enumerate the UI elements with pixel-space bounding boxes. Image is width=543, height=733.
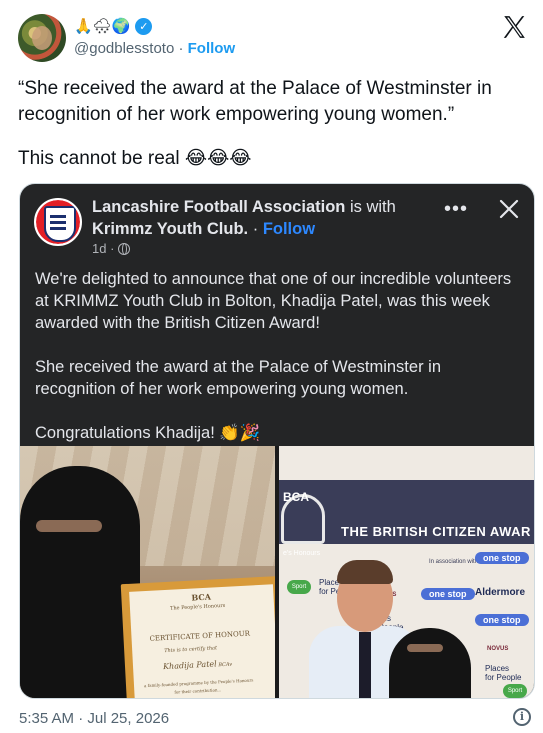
verified-badge-icon: ✓ [135, 17, 153, 35]
person-niqab-right [389, 628, 471, 698]
sponsor-onestop-2: one stop [421, 588, 475, 600]
sponsor-aldermore: Aldermore [475, 587, 526, 598]
tweet-comment: This cannot be real 😂😂😂 [18, 148, 252, 169]
sponsor-onestop-3: one stop [475, 614, 529, 626]
banner-prefix: BCA [283, 490, 309, 504]
man-hair [337, 560, 393, 584]
tweet-text: “She received the award at the Palace of… [18, 76, 528, 172]
author-display-name: 🙏🌨🌍 [74, 17, 131, 35]
photo-award-event[interactable]: BCA THE BRITISH CITIZEN AWAR e's Honours… [279, 446, 534, 698]
post-title: Lancashire Football Association is with … [92, 196, 432, 240]
tagged-page-link[interactable]: Krimmz Youth Club. [92, 220, 248, 238]
page-avatar[interactable] [34, 198, 82, 246]
page-name-link[interactable]: Lancashire Football Association [92, 198, 345, 216]
certificate-frame: BCA The People's Honours CERTIFICATE OF … [120, 575, 275, 698]
globe-icon [118, 242, 131, 255]
follow-button[interactable]: Follow [188, 40, 236, 57]
author-handle[interactable]: @godblesstoto [74, 40, 174, 57]
author-name-line[interactable]: 🙏🌨🌍 ✓ [74, 16, 153, 36]
handle-separator: · [174, 40, 188, 57]
cert-sub: The People's Honours [169, 602, 226, 612]
post-body: We're delighted to announce that one of … [35, 268, 525, 444]
info-icon[interactable]: i [513, 708, 531, 726]
banner-title: THE BRITISH CITIZEN AWAR [341, 524, 531, 539]
close-icon[interactable] [498, 198, 520, 220]
sponsor-green-2: Sport [503, 684, 527, 698]
with-text: is with [345, 198, 396, 216]
author-avatar[interactable] [18, 14, 66, 62]
sponsor-novus-2: NOVUS [487, 646, 509, 652]
person-niqab [20, 466, 140, 698]
more-options-button[interactable]: ••• [444, 198, 468, 221]
x-logo-icon[interactable] [501, 14, 527, 40]
post-paragraph-2: She received the award at the Palace of … [35, 358, 441, 398]
tweet-quote: “She received the award at the Palace of… [18, 78, 492, 125]
post-meta: 1d · [92, 241, 131, 256]
embedded-post-card[interactable]: Lancashire Football Association is with … [19, 183, 535, 699]
cert-name: Khadija Patel BCAv [162, 659, 233, 672]
man-tie [359, 632, 371, 698]
cert-title: CERTIFICATE OF HONOUR [149, 629, 251, 643]
post-age[interactable]: 1d · [92, 241, 114, 256]
sponsor-assoc: In association with [429, 559, 479, 565]
post-paragraph-3: Congratulations Khadija! 👏🎉 [35, 424, 261, 442]
person-eyes-right [407, 644, 443, 652]
photo-certificate[interactable]: BCA The People's Honours CERTIFICATE OF … [20, 446, 275, 698]
title-separator: · [248, 220, 263, 238]
cert-small-2: for their contribution... [174, 687, 222, 695]
tweet-timestamp[interactable]: 5:35 AM · Jul 25, 2026 [19, 710, 169, 727]
sponsor-places-3: Places for People [485, 664, 522, 682]
person-eyes [36, 520, 102, 532]
banner-sub: e's Honours [283, 550, 321, 557]
certificate-paper: BCA The People's Honours CERTIFICATE OF … [129, 584, 275, 698]
cert-org: BCA [191, 591, 212, 603]
post-paragraph-1: We're delighted to announce that one of … [35, 270, 512, 332]
sponsor-green-1: Sport [287, 580, 311, 594]
fa-crest-icon [36, 200, 80, 244]
cert-small-1: a family-founded programme by the People… [143, 677, 254, 689]
author-handle-line: @godblesstoto · Follow [74, 40, 235, 57]
cert-line: This is to certify that [164, 645, 218, 655]
page-follow-button[interactable]: Follow [263, 220, 315, 238]
sponsor-onestop-1: one stop [475, 552, 529, 564]
